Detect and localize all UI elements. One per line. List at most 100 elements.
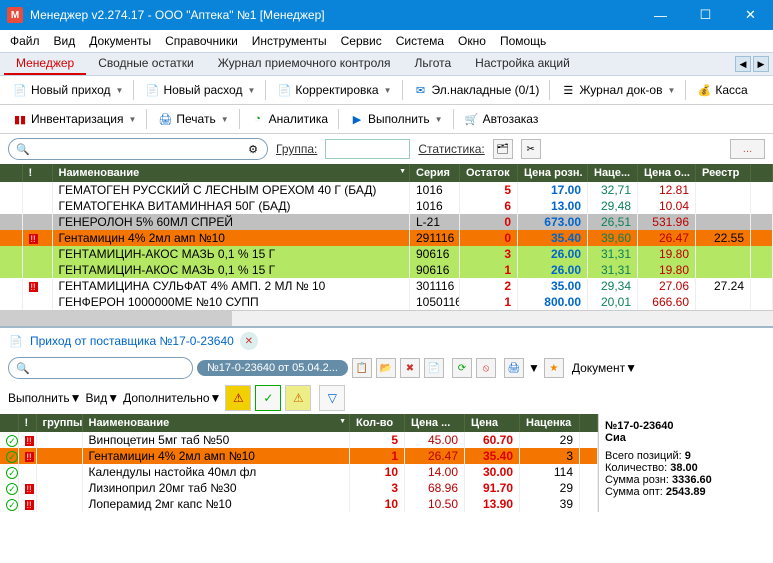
warn-button[interactable]: ⚠	[225, 385, 251, 411]
close-button[interactable]: ✕	[728, 0, 773, 30]
table-row[interactable]: ✓!!Лоперамид 2мг капс №101010.5013.9039	[0, 496, 598, 512]
table-row[interactable]: ✓!!Лизиноприл 20мг таб №30368.9691.7029	[0, 480, 598, 496]
tab-0[interactable]: Менеджер	[4, 53, 86, 75]
search-icon: 🔍	[15, 360, 31, 376]
col2-excl[interactable]: !	[18, 414, 36, 432]
stats-label[interactable]: Статистика:	[418, 142, 484, 156]
run2-button[interactable]: Выполнить▼	[8, 391, 82, 405]
search-icon: 🔍	[15, 141, 31, 157]
col2-qty[interactable]: Кол-во	[350, 414, 405, 432]
btn-star[interactable]: ★	[544, 358, 564, 378]
group-label: Группа:	[276, 142, 317, 156]
table-row[interactable]: ГЕНТАМИЦИН-АКОС МАЗЬ 0,1 % 15 Г90616326.…	[0, 246, 773, 262]
col-reg[interactable]: Реестр	[696, 164, 751, 182]
menu-Документы[interactable]: Документы	[83, 32, 157, 50]
filter-button[interactable]: ▽	[319, 385, 345, 411]
menu-Вид[interactable]: Вид	[48, 32, 82, 50]
menu-Инструменты[interactable]: Инструменты	[246, 32, 333, 50]
col-marker[interactable]	[0, 164, 22, 182]
alert-button[interactable]: ⚠	[285, 385, 311, 411]
table-row[interactable]: ✓!!Винпоцетин 5мг таб №50545.0060.7029	[0, 432, 598, 448]
table-row[interactable]: ГЕМАТОГЕНКА ВИТАМИННАЯ 50Г (БАД)1016613.…	[0, 198, 773, 214]
col2-price[interactable]: Цена	[465, 414, 520, 432]
menu-Помощь[interactable]: Помощь	[494, 32, 552, 50]
btn-doc[interactable]: 📄	[424, 358, 444, 378]
btn-copy[interactable]: 📋	[352, 358, 372, 378]
table-row[interactable]: ГЕНЕРОЛОН 5% 60МЛ СПРЕЙL-210673.0026,515…	[0, 214, 773, 230]
search-box[interactable]: 🔍 ⚙	[8, 138, 268, 160]
table-row[interactable]: ГЕНТАМИЦИН-АКОС МАЗЬ 0,1 % 15 Г90616126.…	[0, 262, 773, 278]
col2-pricew[interactable]: Цена ...	[405, 414, 465, 432]
detail-grid[interactable]: ! группы Наименование Кол-во Цена ... Це…	[0, 414, 598, 512]
stats-cut-button[interactable]: ✂	[521, 139, 541, 159]
col2-name[interactable]: Наименование	[82, 414, 350, 432]
view-button[interactable]: Вид▼	[86, 391, 120, 405]
extra-button[interactable]: Дополнительно▼	[123, 391, 221, 405]
table-row[interactable]: ГЕНФЕРОН 1000000МЕ №10 СУПП10501161800.0…	[0, 294, 773, 310]
auto-order-button[interactable]: 🛒Автозаказ	[460, 109, 543, 129]
print-button[interactable]: 🖨Печать▼	[153, 109, 232, 129]
col2-chk[interactable]	[0, 414, 18, 432]
col2-grp[interactable]: группы	[36, 414, 82, 432]
doc-minus-icon: 📄	[144, 82, 160, 98]
col-wprice[interactable]: Цена о...	[638, 164, 696, 182]
tab-2[interactable]: Журнал приемочного контроля	[206, 53, 403, 75]
search-input[interactable]	[31, 142, 245, 156]
table-row[interactable]: !!Гентамицин 4% 2мл амп №10291116035.403…	[0, 230, 773, 246]
minimize-button[interactable]: —	[638, 0, 683, 30]
btn-open[interactable]: 📂	[376, 358, 396, 378]
col-name[interactable]: Наименование	[52, 164, 410, 182]
btn-refresh[interactable]: ⟳	[452, 358, 472, 378]
new-income-button[interactable]: 📄Новый приход▼	[8, 80, 127, 100]
col-excl[interactable]: !	[22, 164, 52, 182]
maximize-button[interactable]: ☐	[683, 0, 728, 30]
new-expense-button[interactable]: 📄Новый расход▼	[140, 80, 259, 100]
tab-1[interactable]: Сводные остатки	[86, 53, 205, 75]
inventory-button[interactable]: ▮▮Инвентаризация▼	[8, 109, 140, 129]
col2-scroll[interactable]	[580, 414, 598, 432]
table-row[interactable]: ✓!!Гентамицин 4% 2мл амп №10126.4735.403	[0, 448, 598, 464]
section-search-input[interactable]	[31, 361, 186, 375]
mail-icon: ✉	[413, 82, 429, 98]
ok-button[interactable]: ✓	[255, 385, 281, 411]
btn-del[interactable]: ✖	[400, 358, 420, 378]
stats-ellipsis-button[interactable]: …	[730, 139, 765, 159]
analytics-button[interactable]: ◔Аналитика	[246, 109, 332, 129]
col2-margin[interactable]: Наценка	[520, 414, 580, 432]
chart-icon: ◔	[250, 111, 266, 127]
section-close-button[interactable]: ✕	[240, 332, 258, 350]
menu-Справочники[interactable]: Справочники	[159, 32, 244, 50]
col-scroll[interactable]	[751, 164, 773, 182]
col-price[interactable]: Цена розн.	[518, 164, 588, 182]
group-input[interactable]	[325, 139, 410, 159]
hscroll-main[interactable]	[0, 310, 773, 326]
btn-print2[interactable]: 🖨	[504, 358, 524, 378]
tab-scroll-left[interactable]: ◀	[735, 56, 751, 72]
document-dropdown[interactable]: Документ▼	[572, 361, 637, 375]
e-invoices-button[interactable]: ✉Эл.накладные (0/1)	[409, 80, 544, 100]
run-button[interactable]: ▶Выполнить▼	[345, 109, 447, 129]
doc-journal-button[interactable]: ☰Журнал док-ов▼	[556, 80, 679, 100]
tab-4[interactable]: Настройка акций	[463, 53, 582, 75]
menu-Окно[interactable]: Окно	[452, 32, 492, 50]
col-series[interactable]: Серия	[410, 164, 460, 182]
kassa-button[interactable]: 💰Касса	[692, 80, 751, 100]
menu-Сервис[interactable]: Сервис	[335, 32, 388, 50]
main-grid[interactable]: ! Наименование Серия Остаток Цена розн. …	[0, 164, 773, 310]
table-row[interactable]: !!ГЕНТАМИЦИНА СУЛЬФАТ 4% АМП. 2 МЛ № 103…	[0, 278, 773, 294]
table-row[interactable]: ✓Календулы настойка 40мл фл1014.0030.001…	[0, 464, 598, 480]
list-icon: ☰	[560, 82, 576, 98]
correction-button[interactable]: 📄Корректировка▼	[272, 80, 395, 100]
doc-pill[interactable]: №17-0-23640 от 05.04.2...	[197, 360, 348, 376]
menu-Файл[interactable]: Файл	[4, 32, 46, 50]
gear-icon[interactable]: ⚙	[245, 141, 261, 157]
table-row[interactable]: ГЕМАТОГЕН РУССКИЙ С ЛЕСНЫМ ОРЕХОМ 40 Г (…	[0, 182, 773, 198]
col-rest[interactable]: Остаток	[460, 164, 518, 182]
menu-Система[interactable]: Система	[390, 32, 450, 50]
section-search[interactable]: 🔍	[8, 357, 193, 379]
col-margin[interactable]: Наце...	[588, 164, 638, 182]
stats-card-button[interactable]: 🗂	[493, 139, 513, 159]
tab-scroll-right[interactable]: ▶	[753, 56, 769, 72]
tab-3[interactable]: Льгота	[402, 53, 463, 75]
btn-stop[interactable]: ⦸	[476, 358, 496, 378]
